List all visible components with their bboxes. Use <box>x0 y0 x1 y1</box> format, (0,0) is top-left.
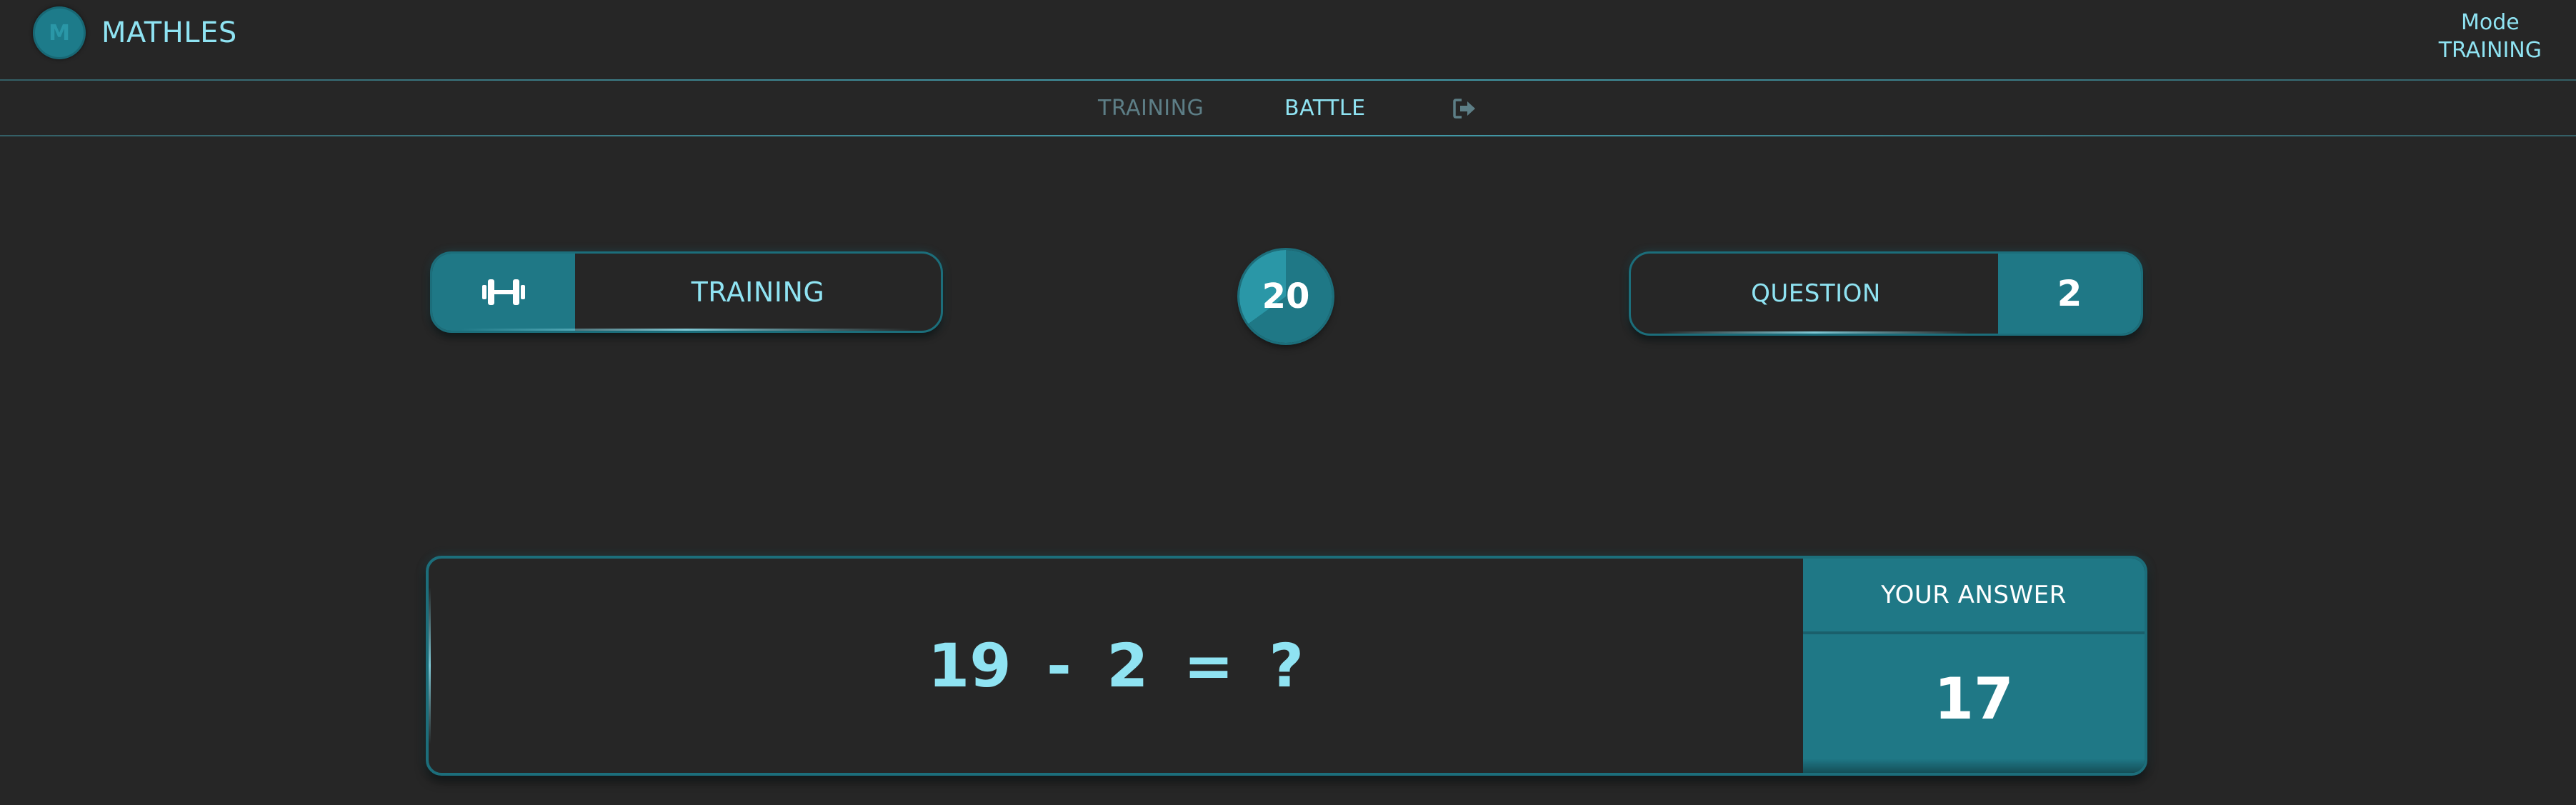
mode-pill-label: TRAINING <box>691 276 825 308</box>
app-header: M MATHLES Mode TRAINING <box>0 0 2576 81</box>
mode-indicator-value: TRAINING <box>2438 38 2542 63</box>
question-number: 2 <box>1998 254 2141 334</box>
app-logo[interactable]: M <box>33 6 86 59</box>
answer-area[interactable]: YOUR ANSWER 17 <box>1803 559 2145 773</box>
dumbbell-icon <box>432 254 575 331</box>
equation-text: 19 - 2 = ? <box>927 631 1304 701</box>
answer-input[interactable]: 17 <box>1803 634 2145 763</box>
timer-seconds: 20 <box>1262 276 1310 316</box>
nav-item-battle[interactable]: BATTLE <box>1284 95 1366 122</box>
mode-indicator-label: Mode <box>2460 10 2520 35</box>
sign-out-icon[interactable] <box>1453 98 1477 119</box>
nav-item-training[interactable]: TRAINING <box>1098 95 1204 122</box>
app-name: MATHLES <box>101 16 237 49</box>
question-label: QUESTION <box>1751 279 1881 308</box>
mode-pill: TRAINING <box>430 251 943 333</box>
question-counter: QUESTION 2 <box>1629 251 2143 336</box>
equation-panel: 19 - 2 = ? YOUR ANSWER 17 <box>426 556 2147 776</box>
answer-header: YOUR ANSWER <box>1881 581 2067 609</box>
main-nav: TRAINING BATTLE <box>0 81 2576 136</box>
mode-indicator: Mode TRAINING <box>2439 9 2542 64</box>
logo-letter: M <box>49 20 70 46</box>
countdown-timer: 20 <box>1239 250 1332 343</box>
